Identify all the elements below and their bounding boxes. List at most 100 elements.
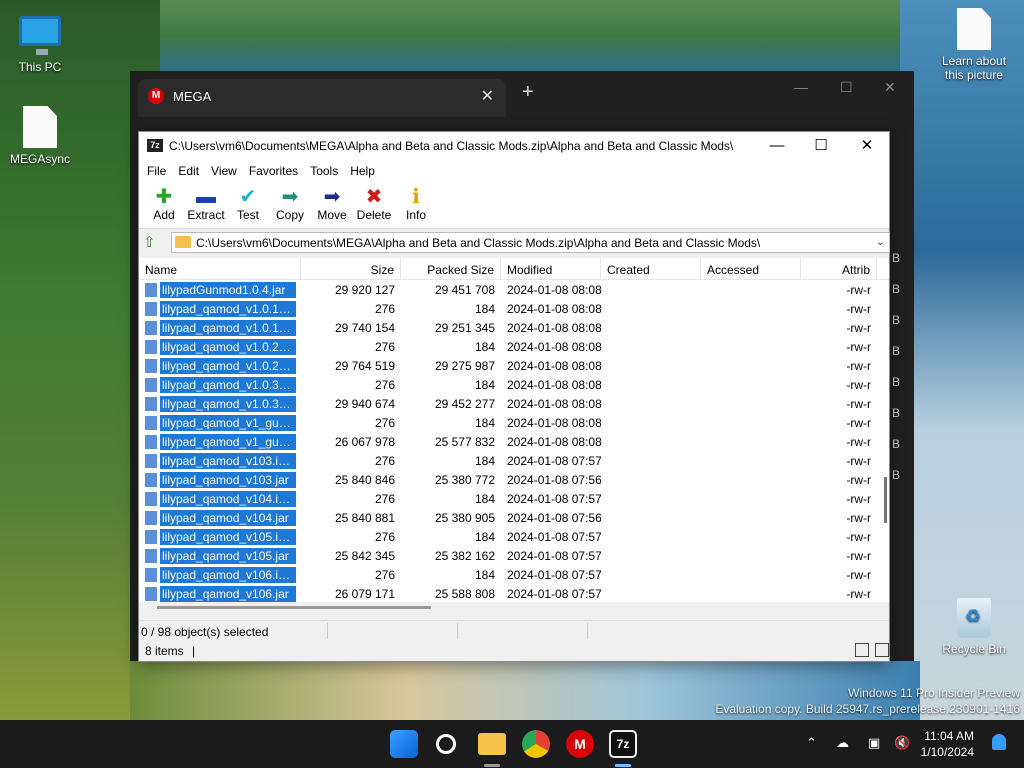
menu-edit[interactable]: Edit: [172, 160, 205, 182]
cloud-offline-icon[interactable]: ☁: [836, 735, 849, 751]
file-name: lilypad_qamod_v105.info: [160, 528, 296, 545]
column-header-created[interactable]: Created: [601, 258, 701, 279]
details-view-icon[interactable]: [854, 643, 869, 657]
chrome-icon[interactable]: [522, 730, 550, 758]
list-view-icon[interactable]: [875, 643, 889, 657]
desktop-icon-recycle-bin[interactable]: ♻ Recycle Bin: [936, 598, 1012, 656]
file-name: lilypad_qamod_v105.jar: [160, 547, 296, 564]
menu-tools[interactable]: Tools: [304, 160, 344, 182]
table-row[interactable]: lilypad_qamod_v103.info 276 184 2024-01-08 …: [139, 451, 889, 470]
status-bar: 0 / 98 object(s) selected: [139, 620, 889, 640]
desktop-icon-this-pc[interactable]: This PC: [2, 12, 78, 74]
table-row[interactable]: lilypad_qamod_v106.info 276 184 2024-01-08 …: [139, 565, 889, 584]
menu-file[interactable]: File: [141, 160, 172, 182]
clock[interactable]: 11:04 AM 1/10/2024: [921, 728, 974, 760]
windows-start-icon[interactable]: [390, 730, 418, 758]
cell-name: lilypad_qamod_v105.info: [139, 528, 301, 545]
column-header-name[interactable]: Name: [139, 258, 301, 279]
toolbar: ✚ Add ▬ Extract ✔ Test ➡ Copy ➡ Move ✖ D…: [139, 182, 889, 228]
cell-mod: 2024-01-08 08:08: [507, 434, 601, 449]
new-tab-icon[interactable]: +: [522, 81, 534, 104]
table-row[interactable]: lilypad_qamod_v103.jar 25 840 846 25 380 7…: [139, 470, 889, 489]
check-icon: ✔: [239, 186, 257, 208]
maximize-icon[interactable]: ☐: [840, 79, 853, 96]
7zip-titlebar[interactable]: 7z C:\Users\vm6\Documents\MEGA\Alpha and…: [139, 132, 889, 160]
network-icon[interactable]: ▣: [868, 735, 880, 751]
search-icon[interactable]: [436, 734, 456, 754]
table-row[interactable]: lilypad_qamod_v1.0.2_g... 276 184 2024-01-0…: [139, 337, 889, 356]
table-row[interactable]: lilypad_qamod_v105.jar 25 842 345 25 382 1…: [139, 546, 889, 565]
menu-favorites[interactable]: Favorites: [243, 160, 304, 182]
volume-muted-icon[interactable]: 🔇: [894, 735, 910, 751]
table-row[interactable]: lilypad_qamod_v105.info 276 184 2024-01-08 …: [139, 527, 889, 546]
chevron-up-icon[interactable]: ⌃: [806, 735, 817, 751]
cell-name: lilypad_qamod_v103.jar: [139, 471, 301, 488]
file-name: lilypad_qamod_v1_gun...: [160, 433, 296, 450]
column-header-modified[interactable]: Modified: [501, 258, 601, 279]
extract-label: Extract: [187, 208, 225, 222]
table-row[interactable]: lilypad_qamod_v1_gun... 276 184 2024-01-08 …: [139, 413, 889, 432]
horizontal-scrollbar[interactable]: [157, 606, 431, 609]
file-icon: [145, 472, 157, 487]
add-button[interactable]: ✚ Add: [143, 182, 185, 228]
table-row[interactable]: lilypad_qamod_v1.0.1_g... 29 740 154 29 25…: [139, 318, 889, 337]
close-icon[interactable]: ✕: [884, 79, 896, 96]
file-name: lilypad_qamod_v104.info: [160, 490, 296, 507]
file-explorer-icon[interactable]: [478, 733, 506, 755]
cell-attr: -rw-r: [846, 320, 871, 335]
status-caret: |: [192, 644, 196, 658]
cell-name: lilypad_qamod_v1_gun...: [139, 414, 301, 431]
cell-packed: 29 452 277: [434, 396, 495, 411]
vertical-scrollbar[interactable]: [884, 477, 887, 523]
table-row[interactable]: lilypadGunmod1.0.4.jar 29 920 127 29 451 7…: [139, 280, 889, 299]
column-header-attrib[interactable]: Attrib: [801, 258, 877, 279]
column-header-size[interactable]: Size: [301, 258, 401, 279]
minimize-icon[interactable]: —: [794, 79, 808, 95]
file-name: lilypad_qamod_v103.jar: [160, 471, 296, 488]
menu-view[interactable]: View: [205, 160, 243, 182]
table-row[interactable]: lilypad_qamod_v104.jar 25 840 881 25 380 9…: [139, 508, 889, 527]
mega-taskbar-icon[interactable]: M: [566, 730, 594, 758]
table-row[interactable]: lilypad_qamod_v1.0.3_g... 29 940 674 29 45…: [139, 394, 889, 413]
extract-button[interactable]: ▬ Extract: [185, 182, 227, 228]
table-row[interactable]: lilypad_qamod_v1.0.1_g... 276 184 2024-01-0…: [139, 299, 889, 318]
info-button[interactable]: ℹ Info: [395, 182, 437, 228]
maximize-button[interactable]: ☐: [799, 134, 843, 158]
cell-attr: -rw-r: [846, 282, 871, 297]
wallpaper-sea-top: [160, 0, 900, 72]
address-field[interactable]: C:\Users\vm6\Documents\MEGA\Alpha and Be…: [171, 232, 890, 253]
move-button[interactable]: ➡ Move: [311, 182, 353, 228]
file-icon: [145, 491, 157, 506]
cell-mod: 2024-01-08 07:57: [507, 529, 601, 544]
cell-name: lilypad_qamod_v1.0.3_g...: [139, 395, 301, 412]
table-row[interactable]: lilypad_qamod_v1.0.2_g... 29 764 519 29 27…: [139, 356, 889, 375]
table-row[interactable]: lilypad_qamod_v104.info 276 184 2024-01-08 …: [139, 489, 889, 508]
shortcut-file-icon: [23, 106, 57, 148]
delete-button[interactable]: ✖ Delete: [353, 182, 395, 228]
mega-tab[interactable]: M MEGA ✕: [138, 79, 506, 117]
7zip-taskbar-icon[interactable]: 7z: [609, 730, 637, 758]
desktop-icon-learn-about-picture[interactable]: Learn about this picture: [936, 8, 1012, 82]
cell-mod: 2024-01-08 07:57: [507, 586, 601, 601]
tab-close-icon[interactable]: ✕: [481, 86, 494, 106]
file-icon: [145, 339, 157, 354]
test-label: Test: [236, 208, 259, 222]
test-button[interactable]: ✔ Test: [227, 182, 269, 228]
minimize-button[interactable]: —: [755, 134, 799, 158]
cell-packed: 184: [474, 301, 495, 316]
chevron-down-icon[interactable]: ⌄: [876, 235, 885, 248]
column-header-packed-size[interactable]: Packed Size: [401, 258, 501, 279]
desktop-icon-megasync[interactable]: MEGAsync: [2, 106, 78, 166]
file-icon: [145, 567, 157, 582]
cell-mod: 2024-01-08 07:57: [507, 567, 601, 582]
close-button[interactable]: ✕: [845, 134, 889, 158]
table-row[interactable]: lilypad_qamod_v106.jar 26 079 171 25 588 8…: [139, 584, 889, 602]
table-row[interactable]: lilypad_qamod_v1.0.3_g... 276 184 2024-01-0…: [139, 375, 889, 394]
copy-button[interactable]: ➡ Copy: [269, 182, 311, 228]
cell-size: 25 840 846: [334, 472, 395, 487]
column-header-accessed[interactable]: Accessed: [701, 258, 801, 279]
notification-bell-icon[interactable]: [992, 734, 1006, 750]
table-row[interactable]: lilypad_qamod_v1_gun... 26 067 978 25 577 …: [139, 432, 889, 451]
folder-up-icon[interactable]: ⇧: [143, 233, 161, 251]
menu-help[interactable]: Help: [344, 160, 381, 182]
